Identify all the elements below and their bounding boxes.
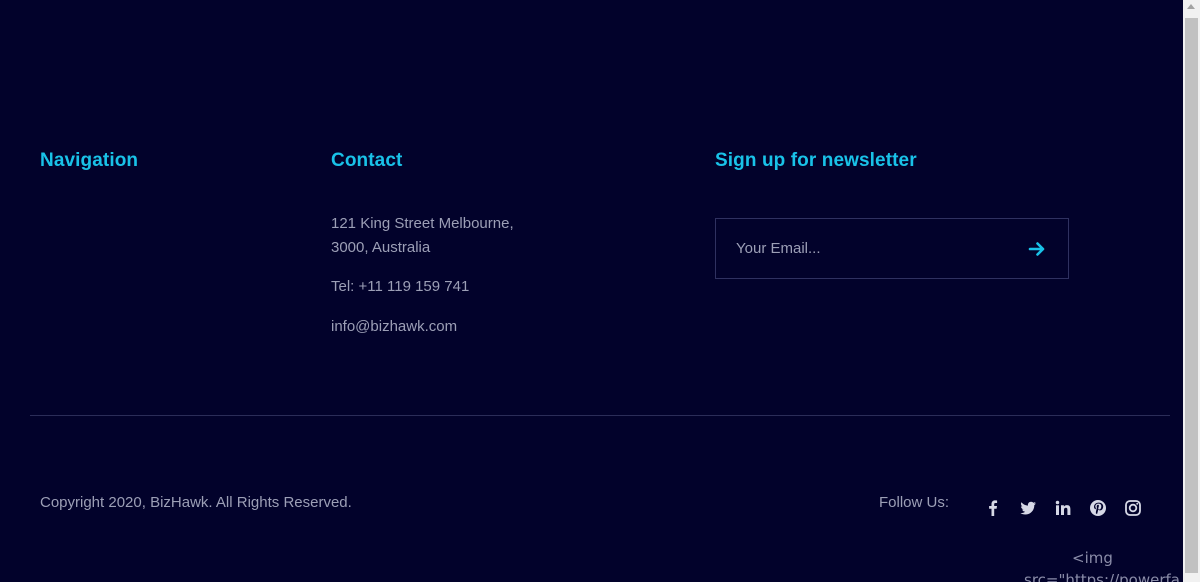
navigation-heading: Navigation: [40, 150, 139, 171]
stray-code-line-1: <img: [1072, 549, 1113, 567]
address-line-1: 121 King Street Melbourne,: [331, 215, 514, 232]
scroll-up-arrow-icon[interactable]: [1187, 4, 1195, 9]
stray-code-line-2: src="https://powerfa: [1024, 571, 1180, 582]
newsletter-form: [715, 218, 1069, 279]
footer-divider: [30, 415, 1170, 416]
copyright-text: Copyright 2020, BizHawk. All Rights Rese…: [40, 494, 352, 511]
newsletter-heading: Sign up for newsletter: [715, 150, 917, 171]
contact-phone[interactable]: Tel: +11 119 159 741: [331, 275, 469, 299]
contact-email-link[interactable]: info@bizhawk.com: [331, 315, 457, 339]
address-line-2: 3000, Australia: [331, 239, 431, 256]
twitter-icon[interactable]: [1018, 498, 1038, 518]
pinterest-icon[interactable]: [1088, 498, 1108, 518]
contact-heading: Contact: [331, 150, 403, 171]
linkedin-icon[interactable]: [1053, 498, 1073, 518]
footer: Navigation Contact Sign up for newslette…: [0, 0, 1183, 582]
follow-us-label: Follow Us:: [879, 494, 950, 511]
newsletter-submit-button[interactable]: [1024, 236, 1050, 262]
arrow-right-icon: [1024, 242, 1050, 265]
newsletter-email-input[interactable]: [716, 219, 1006, 278]
contact-address: 121 King Street Melbourne, 3000, Austral…: [331, 212, 514, 260]
scrollbar-thumb[interactable]: [1185, 18, 1198, 573]
facebook-icon[interactable]: [983, 498, 1003, 518]
instagram-icon[interactable]: [1123, 498, 1143, 518]
